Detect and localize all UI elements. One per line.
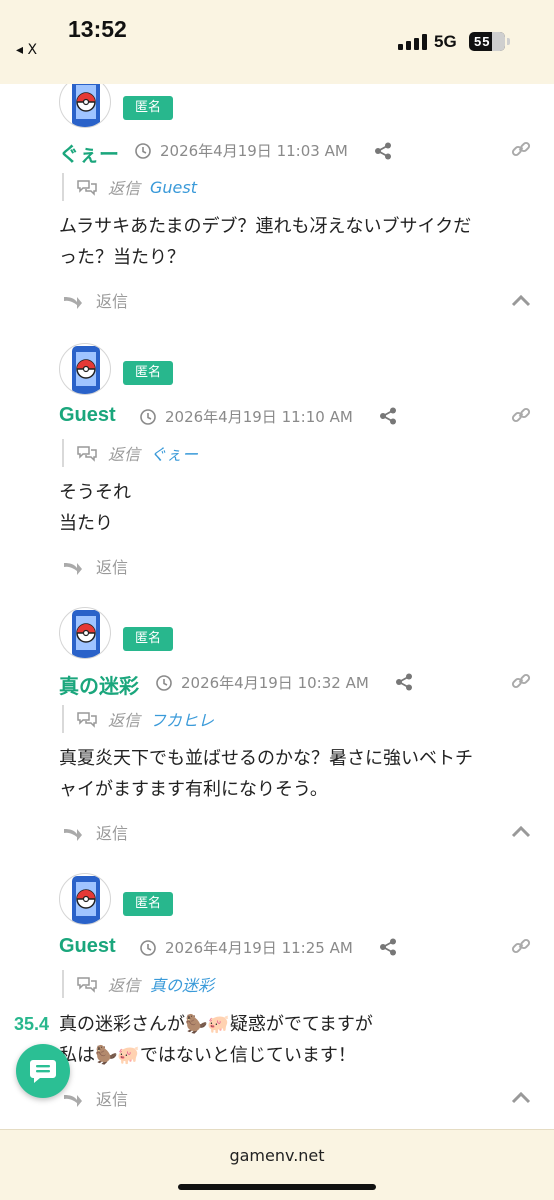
reply-word: 返信 (108, 179, 141, 198)
battery-level: 55 (474, 34, 491, 49)
comment-timestamp[interactable]: 2026年4月19日 11:25 AM (165, 937, 353, 958)
comment-body: 真夏炎天下でも並ばせるのかな？暑さに強いベトチ ャイがますます有利になりそう。 (59, 743, 529, 805)
reply-button[interactable]: 返信 (62, 1086, 128, 1110)
comment-body-line: った？当たり？ (59, 247, 185, 268)
reply-button-label: 返信 (96, 824, 129, 843)
chevron-up-icon[interactable] (510, 1090, 532, 1104)
comment-icon (77, 977, 97, 993)
comment-author[interactable]: Guest (59, 935, 116, 958)
comment-body: 真の迷彩さんが🦫🐖疑惑がでてますが 私は🦫🐖ではないと信じています！ (59, 1009, 529, 1071)
battery-icon: 55 (469, 32, 505, 51)
reply-to-line: 返信 真の迷彩 (62, 970, 214, 998)
comment-body: そうそれ 当たり (59, 477, 529, 539)
reply-button-label: 返信 (96, 292, 129, 311)
reply-target-link[interactable]: ぐぇー (150, 441, 198, 465)
reply-button[interactable]: 返信 (62, 554, 128, 578)
status-time: 13:52 (68, 16, 127, 42)
chat-fab-button[interactable] (16, 1044, 70, 1098)
reply-arrow-icon (64, 1095, 82, 1107)
chat-bubble-icon (30, 1060, 56, 1083)
comment-body-line: そうそれ (59, 482, 131, 503)
reply-target-link[interactable]: 真の迷彩 (150, 972, 214, 996)
reply-word: 返信 (108, 711, 141, 730)
link-icon[interactable] (511, 936, 531, 956)
comment-icon (77, 180, 97, 196)
comment-thread: 匿名 ぐぇー 2026年4月19日 11:03 AM 返信 Guest ムラサキ… (0, 84, 554, 1129)
pokeball-avatar-icon (59, 607, 111, 659)
comment-icon (77, 446, 97, 462)
reply-button[interactable]: 返信 (62, 820, 128, 844)
clock-icon (140, 408, 156, 425)
comment-body-line: 真夏炎天下でも並ばせるのかな？暑さに強いベトチ (59, 748, 473, 769)
pokeball-avatar-icon (59, 84, 111, 128)
comment-body: ムラサキあたまのデブ？連れも冴えないブサイクだ った？当たり？ (59, 211, 529, 273)
anonymous-badge: 匿名 (123, 96, 174, 120)
comment-meta: 2026年4月19日 11:25 AM (139, 937, 353, 958)
comment-timestamp[interactable]: 2026年4月19日 11:03 AM (160, 140, 348, 161)
comment-timestamp[interactable]: 2026年4月19日 10:32 AM (181, 672, 369, 693)
anonymous-badge: 匿名 (123, 892, 174, 916)
comment-author[interactable]: 真の迷彩 (59, 670, 139, 699)
battery-tip (507, 38, 510, 45)
reply-button[interactable]: 返信 (62, 288, 128, 312)
reply-word: 返信 (108, 445, 141, 464)
chevron-up-icon[interactable] (510, 824, 532, 838)
comment-meta: 2026年4月19日 10:32 AM (155, 672, 369, 693)
comment-body-line: 真の迷彩さんが🦫🐖疑惑がでてますが (59, 1014, 373, 1035)
reply-arrow-icon (64, 297, 82, 309)
comment-author[interactable]: ぐぇー (59, 138, 119, 167)
reply-word: 返信 (108, 976, 141, 995)
comment-body-line: 私は🦫🐖ではないと信じています！ (59, 1045, 356, 1066)
comment-timestamp[interactable]: 2026年4月19日 11:10 AM (165, 406, 353, 427)
reply-to-line: 返信 ぐぇー (62, 439, 198, 467)
comment-meta: 2026年4月19日 11:03 AM (134, 140, 348, 161)
reply-to-line: 返信 Guest (62, 173, 197, 201)
reply-arrow-icon (64, 829, 82, 841)
comment-author[interactable]: Guest (59, 404, 116, 427)
comment-body-line: ムラサキあたまのデブ？連れも冴えないブサイクだ (59, 216, 472, 237)
share-icon[interactable] (379, 938, 397, 956)
link-icon[interactable] (511, 671, 531, 691)
comment-meta: 2026年4月19日 11:10 AM (139, 406, 353, 427)
link-icon[interactable] (511, 405, 531, 425)
reply-button-label: 返信 (96, 558, 129, 577)
signal-icon (398, 34, 428, 50)
clock-icon (156, 674, 172, 691)
anonymous-badge: 匿名 (123, 361, 174, 385)
share-icon[interactable] (374, 142, 392, 160)
network-type: 5G (434, 32, 457, 51)
share-icon[interactable] (395, 673, 413, 691)
clock-icon (140, 939, 156, 956)
floating-value: 35.4 (14, 1014, 50, 1034)
share-icon[interactable] (379, 407, 397, 425)
reply-target-link[interactable]: フカヒレ (150, 707, 214, 731)
clock-icon (135, 142, 151, 159)
anonymous-badge: 匿名 (123, 627, 174, 651)
reply-to-line: 返信 フカヒレ (62, 705, 214, 733)
reply-button-label: 返信 (96, 1090, 129, 1109)
chevron-up-icon[interactable] (510, 293, 532, 307)
url-domain[interactable]: gamenv.net (0, 1146, 554, 1165)
reply-arrow-icon (64, 563, 82, 575)
comment-body-line: ャイがますます有利になりそう。 (59, 779, 328, 800)
reply-target-link[interactable]: Guest (150, 178, 197, 197)
link-icon[interactable] (511, 139, 531, 159)
status-bar: 13:52 ◂ X 5G 55 (0, 0, 554, 84)
back-to-app-button[interactable]: ◂ X (16, 42, 37, 58)
browser-bottom-bar: gamenv.net (0, 1129, 554, 1200)
pokeball-avatar-icon (59, 343, 111, 395)
pokeball-avatar-icon (59, 873, 111, 925)
comment-icon (77, 712, 97, 728)
home-indicator[interactable] (178, 1184, 376, 1190)
comment-body-line: 当たり (59, 513, 113, 534)
